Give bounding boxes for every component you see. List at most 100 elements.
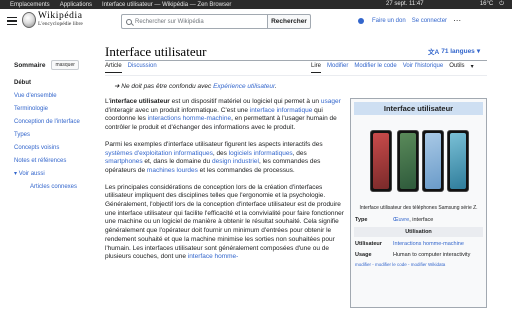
paragraph-3: Les principales considérations de concep… xyxy=(105,184,345,262)
toc-item-related-concepts[interactable]: Concepts voisins xyxy=(14,145,89,152)
infobox-section: Utilisation xyxy=(354,227,483,237)
infobox-value: Interactions homme-machine xyxy=(393,241,482,248)
wikipedia-globe-logo[interactable] xyxy=(22,12,36,28)
text: et, dans le domaine du xyxy=(142,158,212,166)
text: Parmi les exemples d'interface utilisate… xyxy=(105,140,323,148)
toc-title: Sommaire xyxy=(14,61,46,69)
link-machines-lourdes[interactable]: machines lourdes xyxy=(147,167,198,174)
tools-menu[interactable]: Outils xyxy=(449,63,464,73)
translate-icon: 文A xyxy=(428,49,440,56)
people-icon xyxy=(358,18,364,24)
infobox-value: Œuvre, interface xyxy=(393,217,482,224)
phone-image xyxy=(421,130,444,192)
login-link[interactable]: Se connecter xyxy=(412,18,447,24)
window-title: Interface utilisateur — Wikipédia — Zen … xyxy=(102,1,232,8)
text: , des xyxy=(212,149,229,157)
link-design-industriel[interactable]: design industriel xyxy=(212,158,259,165)
toc-item-terminology[interactable]: Terminologie xyxy=(14,106,89,113)
toc-item-overview[interactable]: Vue d'ensemble xyxy=(14,93,89,100)
text: , des xyxy=(292,149,307,157)
hatnote: ➜ Ne doit pas être confondu avec Expérie… xyxy=(114,82,277,90)
bold-term: interface utilisateur xyxy=(109,98,170,105)
text: Les principales considérations de concep… xyxy=(105,183,344,261)
search-input[interactable]: Rechercher sur Wikipédia xyxy=(121,14,268,29)
system-menu-places[interactable]: Emplacements xyxy=(10,2,50,8)
toc-item-see-also[interactable]: ▾ Voir aussi xyxy=(14,171,89,178)
system-top-bar: Emplacements Applications Interface util… xyxy=(0,0,512,9)
text: , interface xyxy=(409,216,434,223)
languages-button[interactable]: 文A 71 langues ▾ xyxy=(428,46,481,57)
toc-see-also-label: Voir aussi xyxy=(18,171,45,177)
tab-edit[interactable]: Modifier xyxy=(327,63,348,73)
chevron-down-icon[interactable]: ▾ xyxy=(471,63,474,73)
tab-history[interactable]: Voir l'historique xyxy=(403,63,444,73)
link-systemes-exploitation[interactable]: systèmes d'exploitation informatiques xyxy=(105,150,213,157)
text: et les commandes de processus. xyxy=(197,166,295,174)
title-divider xyxy=(105,60,487,61)
tab-edit-source[interactable]: Modifier le code xyxy=(354,63,396,73)
power-icon[interactable]: ⏻ xyxy=(499,0,504,9)
article-body: L'interface utilisateur est un dispositi… xyxy=(105,98,345,270)
namespace-tabs: Article Discussion xyxy=(105,63,157,73)
toc-item-design[interactable]: Conception de l'interface xyxy=(14,119,89,126)
search-icon xyxy=(126,18,132,25)
infobox-caption: Interface utilisateur des téléphones Sam… xyxy=(359,205,478,211)
info-icon: ➜ xyxy=(114,83,120,90)
link-oeuvre[interactable]: Œuvre xyxy=(393,217,409,223)
toc-item-notes[interactable]: Notes et références xyxy=(14,158,89,165)
paragraph-2: Parmi les exemples d'interface utilisate… xyxy=(105,141,345,176)
link-interactions-homme-machine[interactable]: interactions homme-machine xyxy=(148,115,231,122)
hatnote-link[interactable]: Expérience utilisateur xyxy=(213,83,275,90)
hatnote-prefix: Ne doit pas être confondu avec xyxy=(121,83,212,90)
toc-item-related-articles[interactable]: Articles connexes xyxy=(14,184,89,191)
main-menu-icon[interactable] xyxy=(7,17,17,25)
link-smartphones[interactable]: smartphones xyxy=(105,158,143,165)
link-interface-homme[interactable]: interface homme- xyxy=(188,253,239,260)
tab-discussion[interactable]: Discussion xyxy=(128,63,157,73)
infobox-image[interactable] xyxy=(363,120,474,202)
link-interface-informatique[interactable]: interface informatique xyxy=(250,107,313,114)
system-menu-applications[interactable]: Applications xyxy=(60,2,92,8)
search-placeholder: Rechercher sur Wikipédia xyxy=(135,18,204,25)
tab-article[interactable]: Article xyxy=(105,63,122,73)
page-title: Interface utilisateur xyxy=(105,44,207,59)
link-logiciels[interactable]: logiciels informatiques xyxy=(229,150,293,157)
languages-label: 71 langues xyxy=(441,47,475,55)
toc-item-debut[interactable]: Début xyxy=(14,80,89,87)
view-tabs: Lire Modifier Modifier le code Voir l'hi… xyxy=(311,63,474,73)
toc-item-types[interactable]: Types xyxy=(14,132,89,139)
table-of-contents: Sommaire masquer Début Vue d'ensemble Te… xyxy=(14,60,89,197)
chevron-down-icon: ▾ xyxy=(476,48,481,55)
toc-hide-button[interactable]: masquer xyxy=(51,60,79,70)
infobox-row-user: Utilisateur Interactions homme-machine xyxy=(351,239,486,250)
infobox-key: Usage xyxy=(355,251,372,258)
text: est un dispositif matériel ou logiciel q… xyxy=(169,98,321,105)
infobox-key: Type xyxy=(355,216,368,223)
search-button[interactable]: Rechercher xyxy=(267,14,311,29)
site-header: Wikipédia L'encyclopédie libre Recherche… xyxy=(0,9,512,35)
infobox-key: Utilisateur xyxy=(355,241,382,247)
infobox-edit-links[interactable]: modifier - modifier le code - modifier W… xyxy=(351,260,486,269)
wikipedia-wordmark[interactable]: Wikipédia xyxy=(38,11,83,21)
link-interactions[interactable]: Interactions homme-machine xyxy=(393,241,464,247)
wikipedia-tagline: L'encyclopédie libre xyxy=(38,21,83,27)
more-options-icon[interactable]: ⋯ xyxy=(453,17,461,25)
infobox-row-usage: Usage Human to computer interactivity xyxy=(351,250,486,261)
phone-image xyxy=(369,130,392,192)
infobox-row-type: Type Œuvre, interface xyxy=(351,215,486,226)
paragraph-1: L'interface utilisateur est un dispositi… xyxy=(105,98,345,133)
phone-image xyxy=(446,130,469,192)
user-links: Faire un don Se connecter ⋯ xyxy=(358,17,461,25)
infobox-title: Interface utilisateur xyxy=(354,102,483,115)
tabs-divider xyxy=(105,75,487,76)
infobox-value: Human to computer interactivity xyxy=(393,251,471,258)
hatnote-suffix: . xyxy=(274,83,277,90)
weather-temp[interactable]: 16°C xyxy=(480,0,493,9)
phone-image xyxy=(396,130,419,192)
link-usager[interactable]: usager xyxy=(321,98,341,105)
infobox: Interface utilisateur Interface utilisat… xyxy=(350,98,487,308)
text: d'interagir avec un produit informatique… xyxy=(105,106,250,114)
tab-read[interactable]: Lire xyxy=(311,63,322,73)
donate-link[interactable]: Faire un don xyxy=(372,18,406,24)
system-clock[interactable]: 27 sept. 11:47 xyxy=(386,0,424,9)
